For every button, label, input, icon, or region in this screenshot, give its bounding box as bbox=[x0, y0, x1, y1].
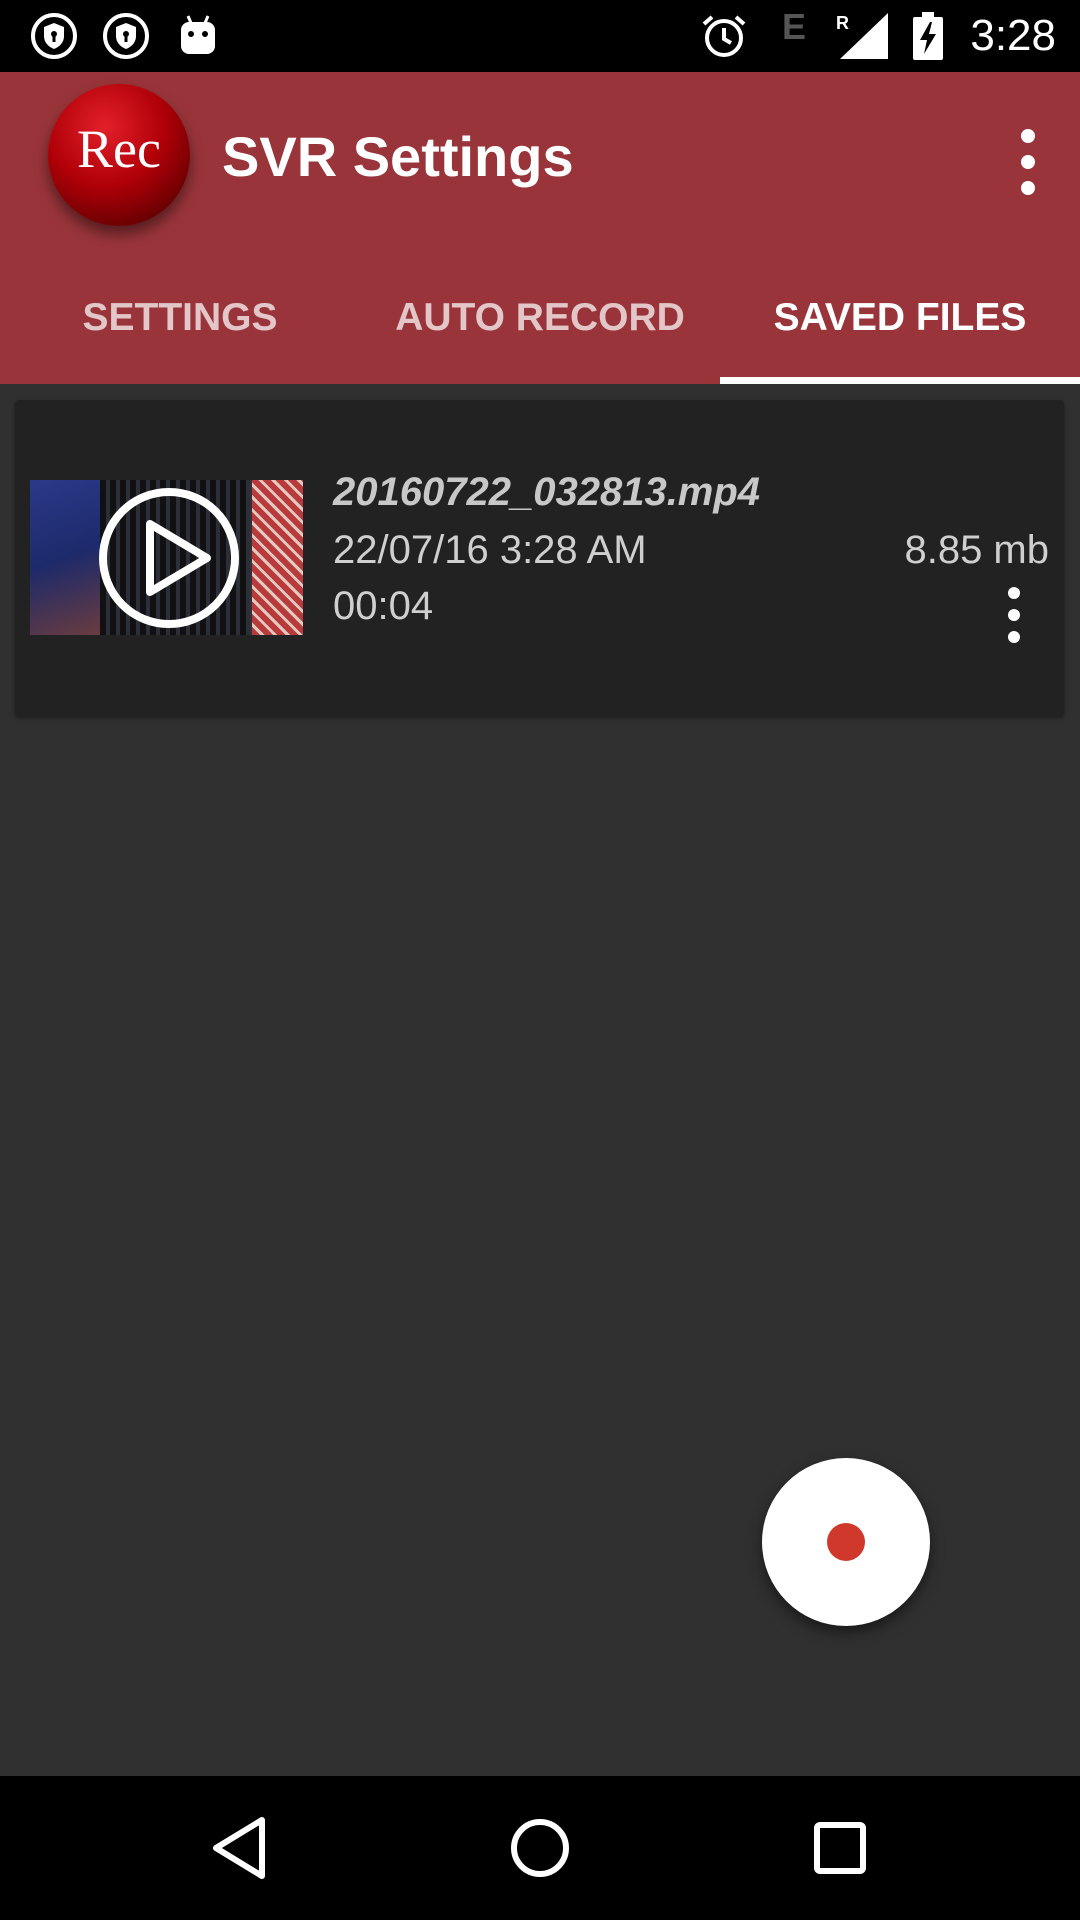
network-type-label: E bbox=[782, 6, 807, 47]
navigation-bar bbox=[0, 1776, 1080, 1920]
more-vert-icon[interactable] bbox=[998, 122, 1058, 202]
home-icon[interactable] bbox=[490, 1798, 590, 1898]
tab-saved-files[interactable]: SAVED FILES bbox=[720, 252, 1080, 384]
back-icon[interactable] bbox=[190, 1798, 290, 1898]
file-date: 22/07/16 3:28 AM bbox=[333, 528, 647, 572]
record-icon bbox=[827, 1523, 865, 1561]
roaming-label: R bbox=[836, 13, 849, 33]
thumbnail-part bbox=[30, 480, 100, 635]
file-list-item[interactable]: 20160722_032813.mp4 22/07/16 3:28 AM 00:… bbox=[15, 400, 1064, 716]
file-size: 8.85 mb bbox=[904, 528, 1049, 572]
recents-icon[interactable] bbox=[790, 1798, 890, 1898]
app-logo-text: Rec bbox=[77, 119, 161, 179]
signal-icon: R bbox=[832, 10, 892, 62]
status-time: 3:28 bbox=[970, 11, 1056, 60]
app-bar: Rec SVR Settings SETTINGS AUTO RECORD SA… bbox=[0, 72, 1080, 384]
shield-notification-icon bbox=[100, 10, 152, 62]
android-icon bbox=[172, 10, 224, 62]
app-logo: Rec bbox=[48, 84, 190, 226]
record-button[interactable] bbox=[762, 1458, 930, 1626]
file-duration: 00:04 bbox=[333, 584, 434, 628]
play-icon[interactable] bbox=[95, 484, 243, 632]
page-title: SVR Settings bbox=[222, 125, 574, 188]
tab-bar: SETTINGS AUTO RECORD SAVED FILES bbox=[0, 252, 1080, 384]
tab-settings[interactable]: SETTINGS bbox=[0, 252, 360, 384]
video-thumbnail[interactable] bbox=[30, 480, 303, 635]
file-more-vert-icon[interactable] bbox=[994, 585, 1034, 645]
battery-charging-icon bbox=[906, 10, 950, 62]
alarm-icon bbox=[698, 10, 750, 62]
status-bar: E R 3:28 bbox=[0, 0, 1080, 72]
thumbnail-part bbox=[252, 480, 303, 635]
tab-auto-record[interactable]: AUTO RECORD bbox=[360, 252, 720, 384]
file-name: 20160722_032813.mp4 bbox=[333, 470, 761, 514]
shield-notification-icon bbox=[28, 10, 80, 62]
